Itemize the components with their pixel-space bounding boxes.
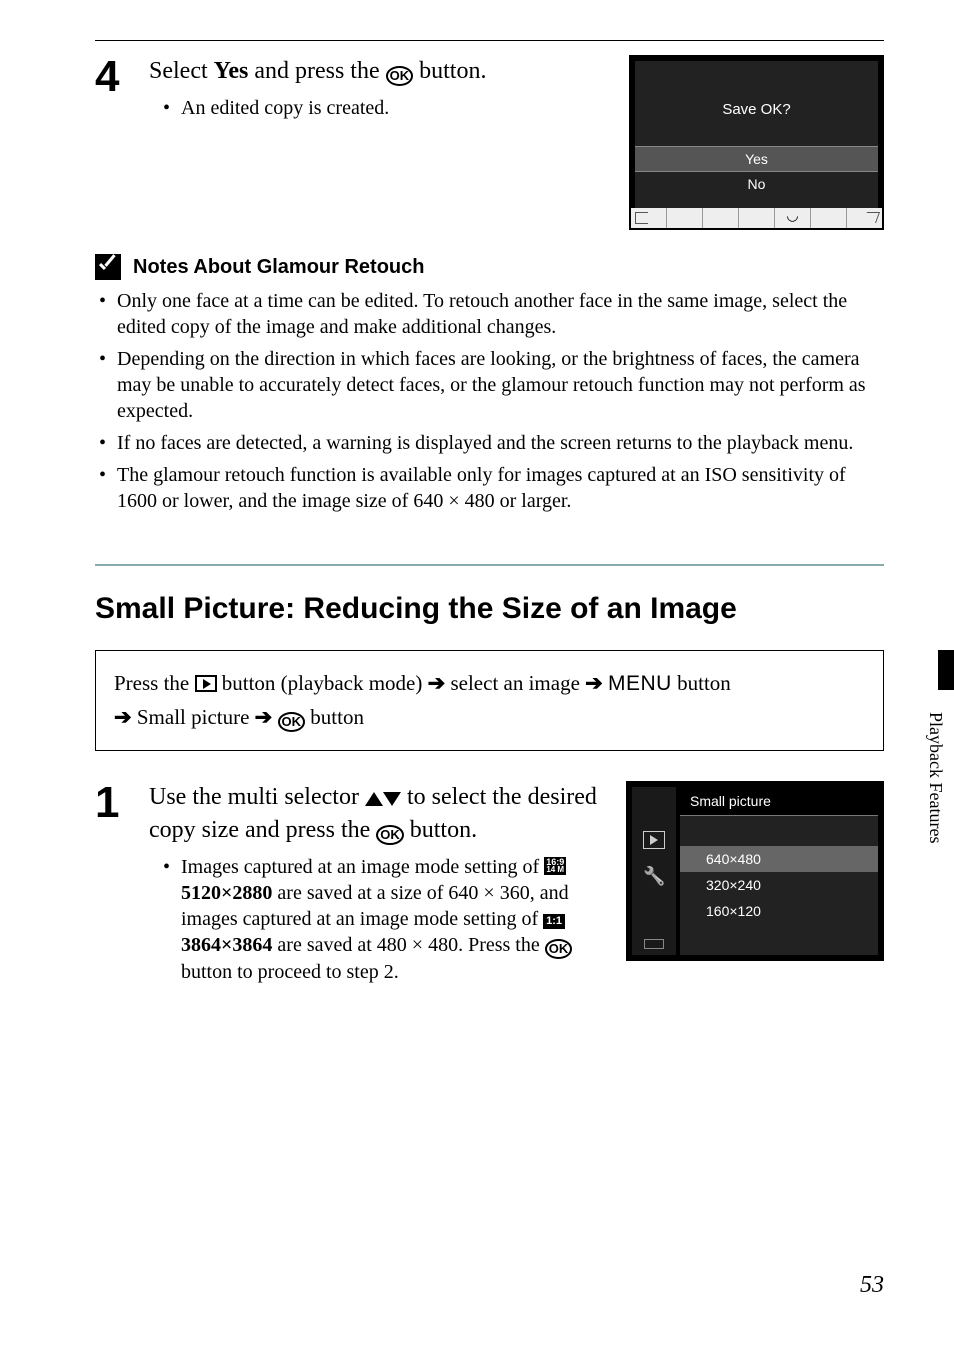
sidebar-label: Playback Features [925,664,946,843]
bullet: An edited copy is created. [163,95,609,121]
toolbar-back-icon [631,208,667,228]
toolbar-seg [667,208,703,228]
dialog-no: No [635,172,878,196]
menu-item-640x480: 640×480 [680,846,878,872]
note-item: If no faces are detected, a warning is d… [95,430,884,456]
lcd-save-dialog: Save OK? Yes No [629,55,884,230]
toolbar-face-icon [775,208,811,228]
toolbar-seg [811,208,847,228]
toolbar-seg [703,208,739,228]
playback-icon [195,675,217,692]
notes-block: Notes About Glamour Retouch Only one fac… [95,254,884,514]
arrow-icon: ➔ [114,706,132,729]
text: Small picture [132,705,255,729]
text: select an image [445,671,585,695]
down-arrow-icon [383,792,401,806]
text: button [672,671,731,695]
mode-11-icon: 1:1 [543,914,565,929]
sidebar-tab: Playback Features [917,650,954,903]
arrow-icon: ➔ [585,672,603,695]
lcd-sidebar [632,787,676,955]
text: and press the [248,58,385,84]
menu-item-160x120: 160×120 [680,898,878,924]
text: are saved at 480 × 480. Press the [272,934,544,956]
ok-icon: OK [386,66,414,86]
section-divider [95,564,884,566]
ok-icon: OK [376,825,404,845]
menu-item-320x240: 320×240 [680,872,878,898]
text: Press the [114,671,195,695]
notes-list: Only one face at a time can be edited. T… [95,288,884,514]
size-3864x3864: 3864×3864 [181,934,272,956]
step-4-content: Select Yes and press the OK button. An e… [149,55,609,127]
text: Use the multi selector [149,784,365,810]
ok-icon: OK [545,939,573,959]
step-1-heading: Use the multi selector to select the des… [149,781,606,846]
dialog-yes: Yes [635,146,878,172]
notes-title: Notes About Glamour Retouch [133,256,424,279]
text: 14 M [546,866,564,874]
text: button. [413,58,486,84]
step-4: 4 Select Yes and press the OK button. An… [95,55,884,230]
ok-icon: OK [278,712,306,732]
small-picture-menu-screenshot: Small picture 640×480 320×240 160×120 [626,781,884,961]
menu-label: MENU [608,672,672,695]
sidebar-tab-marker [938,650,954,690]
toolbar-angle-icon [847,208,882,228]
text: button (playback mode) [217,671,428,695]
text: button [305,705,364,729]
step-4-bullets: An edited copy is created. [149,95,609,121]
step-1-bullets: Images captured at an image mode setting… [149,854,606,985]
battery-icon [644,939,664,949]
check-icon [95,254,121,280]
breadcrumb-box: Press the button (playback mode) ➔ selec… [95,650,884,751]
bullet: Images captured at an image mode setting… [163,854,606,985]
step-1: 1 Use the multi selector to select the d… [95,781,884,991]
mode-169-icon: 16:914 M [544,857,566,875]
notes-heading: Notes About Glamour Retouch [95,254,884,280]
step-4-heading: Select Yes and press the OK button. [149,55,609,87]
note-item: The glamour retouch function is availabl… [95,462,884,514]
text: button. [404,817,477,843]
menu-title: Small picture [680,787,878,816]
lcd-toolbar [631,208,882,228]
toolbar-seg [739,208,775,228]
section-title: Small Picture: Reducing the Size of an I… [95,592,884,626]
step-number: 4 [95,55,129,99]
text: Images captured at an image mode setting… [181,856,544,878]
text: button to proceed to step 2. [181,961,399,983]
arrow-icon: ➔ [255,706,273,729]
setup-tab-icon [643,869,665,887]
note-item: Depending on the direction in which face… [95,346,884,424]
step-number: 1 [95,781,129,825]
up-arrow-icon [365,792,383,806]
arrow-icon: ➔ [428,672,446,695]
playback-tab-icon [643,831,665,849]
page-number: 53 [860,1272,884,1299]
dialog-title: Save OK? [635,101,878,118]
yes-word: Yes [214,58,249,84]
step-1-content: Use the multi selector to select the des… [149,781,606,991]
lcd-main: Small picture 640×480 320×240 160×120 [680,787,878,955]
note-item: Only one face at a time can be edited. T… [95,288,884,340]
save-dialog-screenshot: Save OK? Yes No [629,55,884,230]
size-5120x2880: 5120×2880 [181,882,272,904]
text: Select [149,58,214,84]
